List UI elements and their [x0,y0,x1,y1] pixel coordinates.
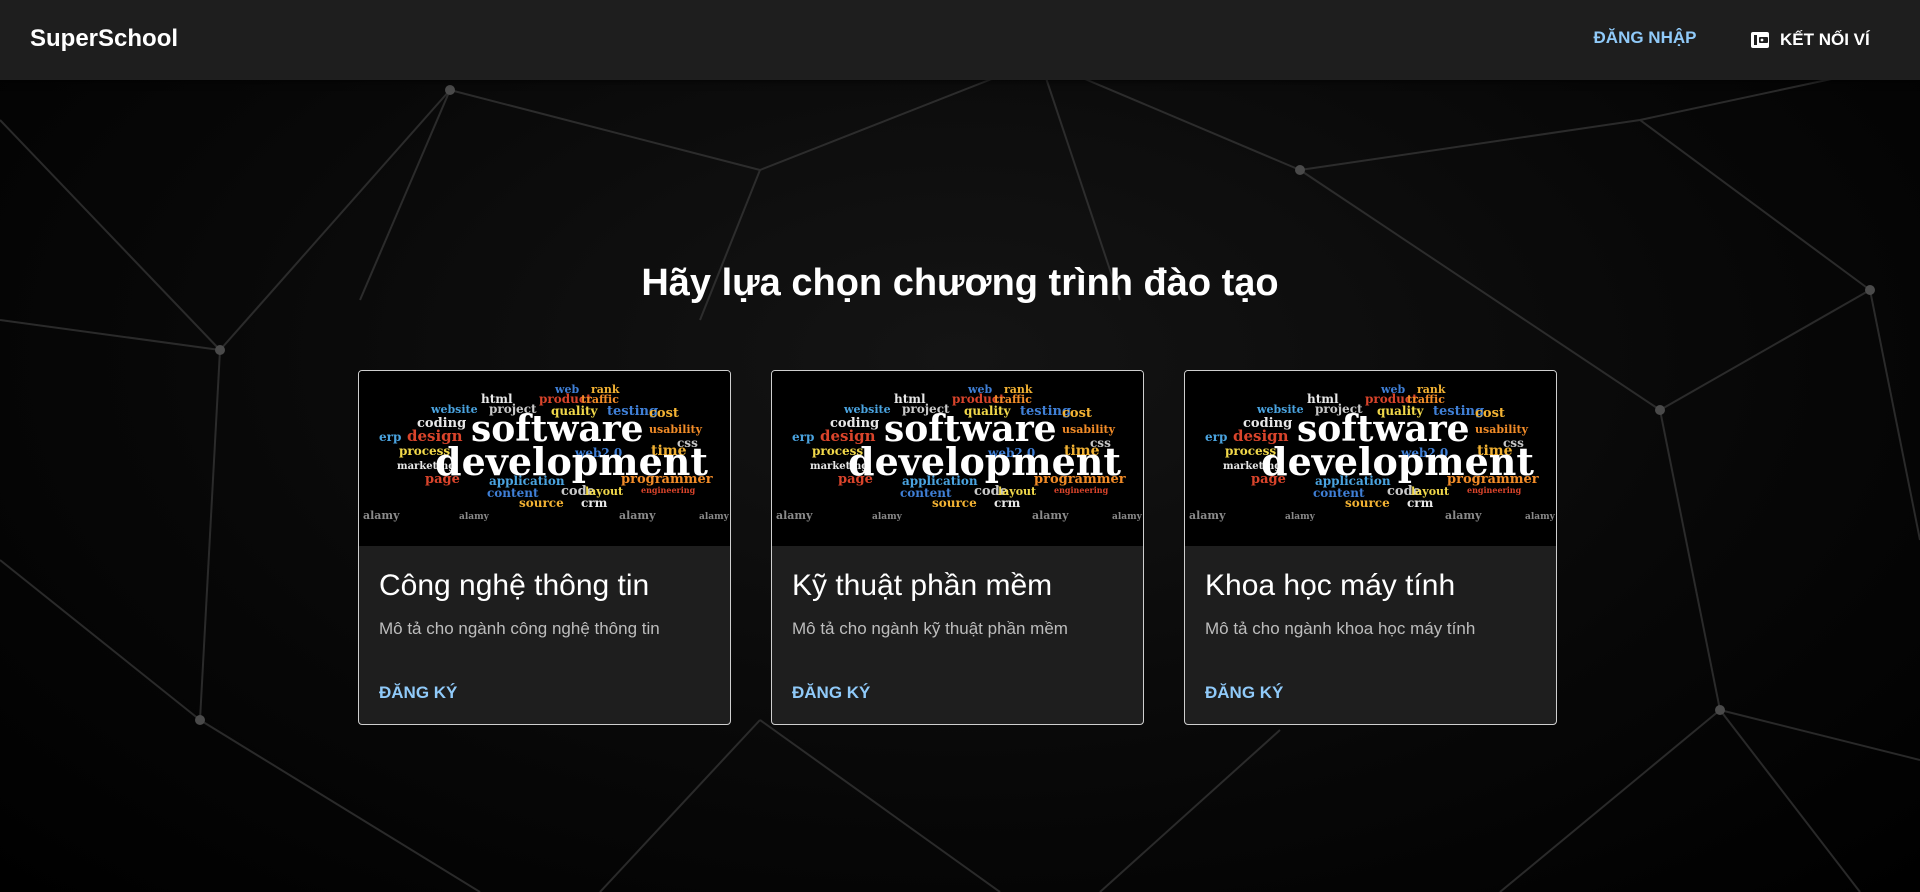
register-button[interactable]: ĐĂNG KÝ [1205,683,1283,703]
card-image: web rank html product traffic website project q… [772,371,1143,546]
word-cloud-word: usability [1062,423,1116,436]
word-cloud-word: usability [1475,423,1529,436]
word-cloud-word: cost [1475,406,1505,421]
word-cloud-word: alamy [1189,509,1226,522]
word-cloud-word: alamy [363,509,400,522]
card-description: Mô tả cho ngành kỹ thuật phần mềm [792,619,1068,638]
word-cloud-word: engineering [1054,485,1109,495]
wallet-icon [1750,30,1770,50]
card-title: Khoa học máy tính [1205,569,1456,602]
word-cloud-word: source [519,496,564,510]
login-button[interactable]: ĐĂNG NHẬP [1580,28,1710,48]
word-cloud-word: engineering [1467,485,1522,495]
app-bar: SuperSchool ĐĂNG NHẬP KẾT NỐI VÍ [0,0,1920,80]
word-cloud-word: alamy [1525,512,1556,522]
register-button[interactable]: ĐĂNG KÝ [379,683,457,703]
word-cloud-headline: development [848,439,1121,484]
program-card-list: web rank html product traffic website project q… [358,370,1563,725]
word-cloud-word: alamy [1032,509,1069,522]
word-cloud-word: erp [1205,430,1227,444]
connect-wallet-button[interactable]: KẾT NỐI VÍ [1750,22,1870,58]
brand-title[interactable]: SuperSchool [30,25,178,53]
program-card: web rank html product traffic website project q… [358,370,731,725]
card-image: web rank html product traffic website project q… [359,371,730,546]
word-cloud-word: alamy [872,512,903,522]
word-cloud-word: alamy [1285,512,1316,522]
word-cloud-word: erp [792,430,814,444]
word-cloud-word: engineering [641,485,696,495]
connect-wallet-label: KẾT NỐI VÍ [1780,30,1870,49]
word-cloud-image: web rankhtml producttrafficwebsite project q… [1189,383,1556,522]
word-cloud-word: erp [379,430,401,444]
word-cloud-word: alamy [699,512,730,522]
card-image: web rank html product traffic website project q… [1185,371,1556,546]
word-cloud-word: alamy [619,509,656,522]
page-title: Hãy lựa chọn chương trình đào tạo [641,262,1279,304]
card-description: Mô tả cho ngành công nghệ thông tin [379,619,660,638]
program-card: web rank html product traffic website project q… [1184,370,1557,725]
word-cloud-image: web rankhtml producttrafficwebsite project q… [363,383,730,522]
word-cloud-word: alamy [459,512,490,522]
word-cloud-word: alamy [776,509,813,522]
word-cloud-word: cost [649,406,679,421]
word-cloud-word: crm [581,496,608,510]
word-cloud-word: source [1345,496,1390,510]
card-description: Mô tả cho ngành khoa học máy tính [1205,619,1476,638]
word-cloud-headline: development [1261,439,1534,484]
card-title: Công nghệ thông tin [379,569,650,602]
word-cloud-word: source [932,496,977,510]
word-cloud-word: crm [1407,496,1434,510]
word-cloud-word: usability [649,423,703,436]
word-cloud-image: web rankhtml producttrafficwebsite project q… [776,383,1143,522]
word-cloud-word: alamy [1445,509,1482,522]
word-cloud-headline: development [435,439,708,484]
register-button[interactable]: ĐĂNG KÝ [792,683,870,703]
card-title: Kỹ thuật phần mềm [792,569,1053,602]
word-cloud-word: cost [1062,406,1092,421]
program-card: web rank html product traffic website project q… [771,370,1144,725]
word-cloud-word: crm [994,496,1021,510]
word-cloud-word: alamy [1112,512,1143,522]
